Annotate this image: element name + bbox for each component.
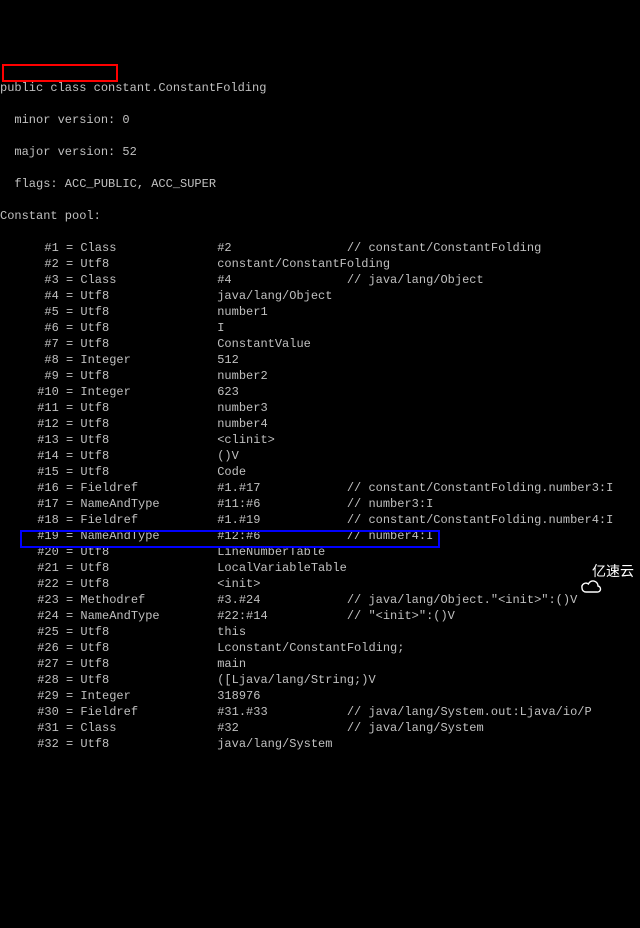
pool-entry: #20 = Utf8 LineNumberTable <box>0 544 640 560</box>
class-declaration: public class constant.ConstantFolding <box>0 80 640 96</box>
pool-entry: #11 = Utf8 number3 <box>0 400 640 416</box>
pool-entry: #19 = NameAndType #12:#6 // number4:I <box>0 528 640 544</box>
pool-entry: #10 = Integer 623 <box>0 384 640 400</box>
pool-entry: #23 = Methodref #3.#24 // java/lang/Obje… <box>0 592 640 608</box>
pool-entry: #8 = Integer 512 <box>0 352 640 368</box>
minor-version: minor version: 0 <box>0 112 640 128</box>
flags: flags: ACC_PUBLIC, ACC_SUPER <box>0 176 640 192</box>
pool-entry: #29 = Integer 318976 <box>0 688 640 704</box>
pool-entry: #13 = Utf8 <clinit> <box>0 432 640 448</box>
pool-entry: #3 = Class #4 // java/lang/Object <box>0 272 640 288</box>
pool-entry: #26 = Utf8 Lconstant/ConstantFolding; <box>0 640 640 656</box>
pool-entry: #32 = Utf8 java/lang/System <box>0 736 640 752</box>
pool-entry: #12 = Utf8 number4 <box>0 416 640 432</box>
cloud-icon <box>562 562 588 580</box>
pool-entry: #17 = NameAndType #11:#6 // number3:I <box>0 496 640 512</box>
pool-entry: #15 = Utf8 Code <box>0 464 640 480</box>
constant-pool: #1 = Class #2 // constant/ConstantFoldin… <box>0 240 640 752</box>
pool-entry: #18 = Fieldref #1.#19 // constant/Consta… <box>0 512 640 528</box>
watermark-text: 亿速云 <box>592 563 634 579</box>
pool-entry: #1 = Class #2 // constant/ConstantFoldin… <box>0 240 640 256</box>
pool-entry: #6 = Utf8 I <box>0 320 640 336</box>
pool-entry: #21 = Utf8 LocalVariableTable <box>0 560 640 576</box>
pool-entry: #27 = Utf8 main <box>0 656 640 672</box>
pool-entry: #31 = Class #32 // java/lang/System <box>0 720 640 736</box>
pool-entry: #4 = Utf8 java/lang/Object <box>0 288 640 304</box>
pool-entry: #7 = Utf8 ConstantValue <box>0 336 640 352</box>
pool-entry: #9 = Utf8 number2 <box>0 368 640 384</box>
watermark: 亿速云 <box>562 562 634 580</box>
major-version: major version: 52 <box>0 144 640 160</box>
pool-entry: #30 = Fieldref #31.#33 // java/lang/Syst… <box>0 704 640 720</box>
pool-entry: #5 = Utf8 number1 <box>0 304 640 320</box>
pool-entry: #25 = Utf8 this <box>0 624 640 640</box>
pool-entry: #2 = Utf8 constant/ConstantFolding <box>0 256 640 272</box>
pool-entry: #22 = Utf8 <init> <box>0 576 640 592</box>
pool-entry: #24 = NameAndType #22:#14 // "<init>":()… <box>0 608 640 624</box>
constant-pool-label: Constant pool: <box>0 208 640 224</box>
pool-entry: #28 = Utf8 ([Ljava/lang/String;)V <box>0 672 640 688</box>
pool-entry: #16 = Fieldref #1.#17 // constant/Consta… <box>0 480 640 496</box>
pool-entry: #14 = Utf8 ()V <box>0 448 640 464</box>
